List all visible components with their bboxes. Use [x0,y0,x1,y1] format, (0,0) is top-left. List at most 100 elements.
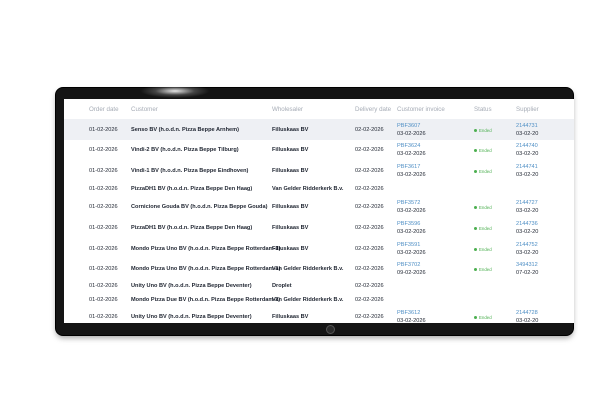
invoice-date-cell: 03-02-2026 [397,131,426,137]
customer-cell: Vindi-2 BV (h.o.d.n. Pizza Beppe Tilburg… [131,147,239,153]
wholesaler-cell: Van Gelder Ridderkerk B.v. [272,266,344,272]
invoice-date-cell: 03-02-2026 [397,172,426,178]
supplier-date-cell: 03-02-20 [516,318,539,323]
wholesaler-cell: Filluskaas BV [272,314,309,320]
wholesaler-cell: Filluskaas BV [272,127,309,133]
supplier-link[interactable]: 2144727 [516,200,538,206]
customer-cell: Unity Uno BV (h.o.d.n. Pizza Beppe Deven… [131,283,252,289]
status-badge: Ended [474,205,492,210]
supplier-link[interactable]: 2144731 [516,123,538,129]
wholesaler-cell: Filluskaas BV [272,147,309,153]
status-badge: Ended [474,267,492,272]
customer-cell: PizzaDH1 BV (h.o.d.n. Pizza Beppe Den Ha… [131,186,253,192]
delivery-date-cell: 02-02-2026 [355,266,384,272]
wholesaler-cell: Filluskaas BV [272,204,309,210]
status-text: Ended [479,128,492,133]
status-badge: Ended [474,148,492,153]
customer-cell: Vindi-1 BV (h.o.d.n. Pizza Beppe Eindhov… [131,168,249,174]
table-row[interactable]: 01-02-2026 Senso BV (h.o.d.n. Pizza Beppe… [64,119,574,141]
order-date-cell: 01-02-2026 [89,283,118,289]
order-date-cell: 01-02-2026 [89,297,118,303]
col-wholesaler[interactable]: Wholesaler [272,106,303,113]
wholesaler-cell: Filluskaas BV [272,168,309,174]
col-order-date[interactable]: Order date [89,106,119,113]
invoice-link[interactable]: PBF3624 [397,143,420,149]
invoice-link[interactable]: PBF3617 [397,164,420,170]
supplier-link[interactable]: 2144740 [516,143,538,149]
status-badge: Ended [474,226,492,231]
order-date-cell: 01-02-2026 [89,314,118,320]
wholesaler-cell: Droplet [272,283,292,289]
invoice-link[interactable]: PBF3612 [397,310,420,316]
status-dot-icon [474,268,477,272]
status-text: Ended [479,205,492,210]
customer-cell: Senso BV (h.o.d.n. Pizza Beppe Arnhem) [131,127,239,133]
wholesaler-cell: Van Gelder Ridderkerk B.v. [272,297,344,303]
customer-cell: Mondo Pizza Due BV (h.o.d.n. Pizza Beppe… [131,297,281,303]
supplier-date-cell: 03-02-20 [516,208,539,214]
col-delivery-date[interactable]: Delivery date [355,106,391,113]
delivery-date-cell: 02-02-2026 [355,225,384,231]
table-row[interactable]: 01-02-2026 Vindi-1 BV (h.o.d.n. Pizza Bep… [64,160,574,182]
delivery-date-cell: 02-02-2026 [355,246,384,252]
table-row[interactable]: 01-02-2026 Unity Uno BV (h.o.d.n. Pizza B… [64,307,574,323]
delivery-date-cell: 02-02-2026 [355,168,384,174]
status-dot-icon [474,149,477,153]
delivery-date-cell: 02-02-2026 [355,314,384,320]
invoice-date-cell: 03-02-2026 [397,229,426,235]
col-customer[interactable]: Customer [131,106,158,113]
supplier-date-cell: 03-02-20 [516,131,539,137]
customer-cell: Unity Uno BV (h.o.d.n. Pizza Beppe Deven… [131,314,252,320]
delivery-date-cell: 02-02-2026 [355,204,384,210]
supplier-date-cell: 03-02-20 [516,250,539,256]
col-supplier[interactable]: Supplier [516,106,539,113]
screen: Order date Customer Wholesaler Delivery … [64,99,574,323]
invoice-link[interactable]: PBF3607 [397,123,420,129]
supplier-date-cell: 07-02-20 [516,270,539,276]
wholesaler-cell: Van Gelder Ridderkerk B.v. [272,186,344,192]
table-header: Order date Customer Wholesaler Delivery … [64,99,574,119]
delivery-date-cell: 02-02-2026 [355,186,384,192]
invoice-link[interactable]: PBF3572 [397,200,420,206]
invoice-date-cell: 03-02-2026 [397,250,426,256]
table-row[interactable]: 01-02-2026 Mondo Pizza Uno BV (h.o.d.n. P… [64,238,574,260]
delivery-date-cell: 02-02-2026 [355,147,384,153]
order-date-cell: 01-02-2026 [89,186,118,192]
status-dot-icon [474,316,477,320]
invoice-link[interactable]: PBF3702 [397,262,420,268]
table-row[interactable]: 01-02-2026 PizzaDH1 BV (h.o.d.n. Pizza Be… [64,217,574,239]
order-date-cell: 01-02-2026 [89,168,118,174]
status-text: Ended [479,247,492,252]
order-date-cell: 01-02-2026 [89,246,118,252]
wholesaler-cell: Filluskaas BV [272,246,309,252]
invoice-link[interactable]: PBF3591 [397,242,420,248]
col-customer-invoice[interactable]: Customer invoice [397,106,445,113]
col-status[interactable]: Status [474,106,492,113]
table-row[interactable]: 01-02-2026 Unity Uno BV (h.o.d.n. Pizza B… [64,279,574,294]
status-text: Ended [479,315,492,320]
status-dot-icon [474,170,477,174]
table-row[interactable]: 01-02-2026 Mondo Pizza Due BV (h.o.d.n. P… [64,293,574,308]
supplier-link[interactable]: 3494312 [516,262,538,268]
order-date-cell: 01-02-2026 [89,204,118,210]
supplier-link[interactable]: 2144741 [516,164,538,170]
table-row[interactable]: 01-02-2026 PizzaDH1 BV (h.o.d.n. Pizza Be… [64,181,574,198]
customer-cell: Cornicione Gouda BV (h.o.d.n. Pizza Bepp… [131,204,268,210]
supplier-link[interactable]: 2144736 [516,221,538,227]
status-badge: Ended [474,128,492,133]
delivery-date-cell: 02-02-2026 [355,297,384,303]
table-row[interactable]: 01-02-2026 Vindi-2 BV (h.o.d.n. Pizza Bep… [64,140,574,161]
invoice-link[interactable]: PBF3596 [397,221,420,227]
customer-cell: Mondo Pizza Uno BV (h.o.d.n. Pizza Beppe… [131,266,281,272]
table-row[interactable]: 01-02-2026 Mondo Pizza Uno BV (h.o.d.n. P… [64,259,574,280]
table-row[interactable]: 01-02-2026 Cornicione Gouda BV (h.o.d.n. … [64,197,574,218]
status-badge: Ended [474,247,492,252]
webcam-icon [326,325,335,334]
status-text: Ended [479,267,492,272]
supplier-date-cell: 03-02-20 [516,151,539,157]
status-dot-icon [474,227,477,231]
supplier-link[interactable]: 2144752 [516,242,538,248]
wholesaler-cell: Filluskaas BV [272,225,309,231]
order-date-cell: 01-02-2026 [89,266,118,272]
supplier-link[interactable]: 2144728 [516,310,538,316]
